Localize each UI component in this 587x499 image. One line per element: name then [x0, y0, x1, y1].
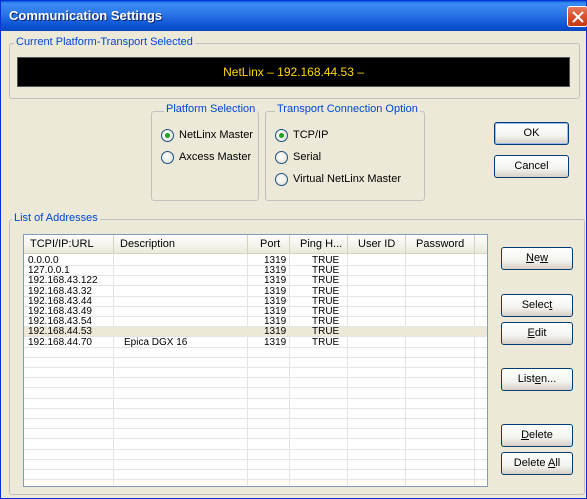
column-header-ping[interactable]: Ping H... [290, 235, 348, 254]
window-title: Communication Settings [9, 8, 163, 23]
cancel-button[interactable]: Cancel [494, 155, 569, 178]
table-cell: TRUE [312, 295, 340, 306]
table-cell: TRUE [312, 336, 340, 347]
empty-row [24, 419, 487, 430]
ok-button[interactable]: OK [494, 122, 569, 145]
table-cell: TRUE [312, 316, 340, 327]
close-icon [572, 11, 584, 23]
transport-option-label: Transport Connection Option [275, 103, 420, 115]
empty-row [24, 460, 487, 470]
table-cell: TRUE [312, 265, 340, 276]
current-selection-display: NetLinx – 192.168.44.53 – [17, 57, 570, 87]
close-button[interactable] [567, 6, 587, 27]
column-header-url[interactable]: TCPI/IP:URL [24, 235, 114, 254]
table-row[interactable]: 192.168.44.53 1319 TRUE [24, 326, 487, 338]
table-row[interactable]: 192.168.43.44 1319 TRUE [24, 295, 487, 307]
table-row[interactable]: 192.168.43.54 1319 TRUE [24, 316, 487, 328]
table-cell: 127.0.0.1 [28, 265, 70, 276]
table-row[interactable]: 192.168.43.32 1319 TRUE [24, 285, 487, 297]
column-header-port[interactable]: Port [248, 235, 290, 254]
table-cell: TRUE [312, 306, 340, 316]
table-cell: 192.168.43.32 [28, 285, 92, 296]
table-cell: 1319 [264, 306, 287, 316]
address-list-header: TCPI/IP:URL Description Port Ping H... U… [24, 235, 487, 254]
platform-selection-label: Platform Selection [164, 103, 258, 115]
table-cell: 192.168.43.122 [28, 275, 98, 286]
empty-row [24, 399, 487, 409]
table-cell: 192.168.43.54 [28, 316, 92, 327]
listen-button[interactable]: Listen... [501, 368, 573, 391]
empty-row [24, 378, 487, 389]
radio-dot [275, 151, 288, 164]
column-header-user-id[interactable]: User ID [348, 235, 406, 254]
radio-label: Virtual NetLinx Master [293, 173, 402, 185]
table-row[interactable]: 0.0.0.0 1319 TRUE [24, 255, 487, 266]
empty-row [24, 348, 487, 358]
current-selection-label: Current Platform-Transport Selected [14, 36, 195, 48]
radio-dot [161, 151, 174, 164]
radio-label: Axcess Master [179, 151, 252, 163]
table-cell: TRUE [312, 255, 340, 265]
delete-all-button[interactable]: Delete All [501, 452, 573, 475]
table-cell: 1319 [264, 275, 287, 286]
table-row[interactable]: 192.168.43.122 1319 TRUE [24, 275, 487, 287]
table-cell: 192.168.44.53 [28, 326, 92, 337]
table-cell: TRUE [312, 285, 340, 296]
edit-button[interactable]: Edit [501, 322, 573, 345]
empty-row [24, 368, 487, 379]
empty-row [24, 450, 487, 460]
radio-dot [275, 129, 288, 142]
table-cell: 1319 [264, 295, 287, 306]
empty-row [24, 440, 487, 450]
table-cell: 1319 [264, 265, 287, 276]
table-row[interactable]: 192.168.44.70 Epica DGX 16 1319 TRUE [24, 336, 487, 348]
communication-settings-window: Communication Settings Current Platform-… [0, 0, 587, 499]
empty-row [24, 470, 487, 481]
table-cell: 1319 [264, 316, 287, 327]
radio-dot [275, 173, 288, 186]
table-cell: TRUE [312, 275, 340, 286]
table-row[interactable]: 192.168.43.49 1319 TRUE [24, 306, 487, 317]
table-cell: 192.168.44.70 [28, 336, 92, 347]
column-header-password[interactable]: Password [406, 235, 475, 254]
table-cell: Epica DGX 16 [124, 336, 188, 347]
radio-label: Serial [293, 151, 322, 163]
radio-label: TCP/IP [293, 129, 329, 141]
address-list-label: List of Addresses [12, 212, 100, 224]
empty-row [24, 358, 487, 368]
delete-button[interactable]: Delete [501, 424, 573, 447]
transport-option-group [265, 111, 425, 201]
radio-dot [161, 129, 174, 142]
table-cell: 192.168.43.49 [28, 306, 92, 316]
empty-row [24, 480, 487, 486]
radio-label: NetLinx Master [179, 129, 253, 141]
table-cell: 1319 [264, 255, 287, 265]
empty-row [24, 389, 487, 399]
empty-row [24, 429, 487, 440]
table-cell: 1319 [264, 336, 287, 347]
title-bar[interactable]: Communication Settings [1, 1, 587, 31]
column-header-description[interactable]: Description [114, 235, 248, 254]
new-button[interactable]: New [501, 247, 573, 270]
table-cell: TRUE [312, 326, 340, 337]
table-cell: 1319 [264, 285, 287, 296]
empty-row [24, 409, 487, 419]
table-cell: 0.0.0.0 [28, 255, 59, 265]
select-button[interactable]: Select [501, 294, 573, 317]
table-cell: 192.168.43.44 [28, 295, 92, 306]
address-list[interactable]: TCPI/IP:URL Description Port Ping H... U… [23, 234, 488, 487]
table-cell: 1319 [264, 326, 287, 337]
